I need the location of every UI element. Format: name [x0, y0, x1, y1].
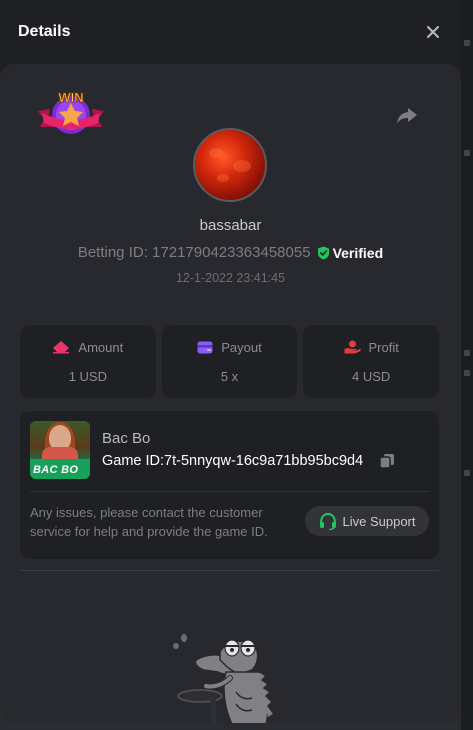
stat-card-amount: Amount 1 USD: [20, 325, 156, 398]
live-support-button[interactable]: Live Support: [305, 506, 429, 536]
avatar: [193, 128, 267, 202]
details-modal: Details WIN bassabar Betting ID: 1721790…: [0, 0, 461, 723]
support-info-text: Any issues, please contact the customer …: [30, 505, 268, 539]
win-badge-text: WIN: [58, 90, 83, 105]
close-icon: [427, 26, 439, 38]
stat-label-amount: Amount: [78, 339, 124, 355]
background-page: [461, 0, 473, 730]
shield-check-icon: [317, 246, 329, 259]
divider: [20, 570, 439, 571]
background-detail: [464, 150, 470, 156]
win-badge-icon: WIN: [38, 90, 104, 134]
divider: [30, 491, 429, 492]
stat-card-payout: Payout 5 x: [161, 325, 298, 398]
stat-value-profit: 4 USD: [352, 368, 391, 384]
game-thumbnail[interactable]: BAC BO: [30, 421, 90, 479]
betting-id-label: Betting ID: 1721790423363458055: [77, 244, 311, 261]
stat-cards: Amount 1 USD Payout 5 x Profit 4 USD: [20, 325, 440, 398]
stat-value-payout: 5 x: [220, 368, 239, 384]
game-id-row: Game ID: 7t-5nnyqw-16c9a71bb95bc9d4: [102, 453, 395, 469]
game-thumbnail-logo: BAC BO: [33, 464, 79, 476]
modal-header: Details: [0, 0, 461, 64]
stat-value-amount: 1 USD: [68, 368, 107, 384]
game-card: BAC BO Bac Bo Game ID: 7t-5nnyqw-16c9a71…: [20, 411, 439, 559]
background-detail: [464, 40, 470, 46]
bet-timestamp: 12-1-2022 23:41:45: [175, 271, 286, 285]
background-detail: [464, 350, 470, 356]
background-detail: [464, 470, 470, 476]
modal-title: Details: [18, 23, 71, 40]
headset-icon: [319, 512, 336, 530]
username: bassabar: [199, 217, 262, 234]
crocodile-mascot-icon: [173, 634, 276, 723]
background-detail: [464, 370, 470, 376]
game-id-label: Game ID:: [102, 453, 165, 469]
profit-icon: [344, 340, 360, 354]
close-button[interactable]: [423, 22, 443, 42]
stat-card-profit: Profit 4 USD: [303, 325, 440, 398]
stat-label-profit: Profit: [368, 339, 399, 355]
bet-details-panel: WIN bassabar Betting ID: 172179042336345…: [0, 64, 461, 723]
game-id-value: 7t-5nnyqw-16c9a71bb95bc9d4: [164, 453, 364, 469]
verified-label: Verified: [332, 244, 384, 261]
betting-id-row: Betting ID: 1721790423363458055 Verified: [0, 244, 461, 261]
wallet-icon: [197, 341, 213, 353]
share-icon[interactable]: [396, 106, 418, 126]
copy-icon[interactable]: [379, 453, 395, 469]
game-name: Bac Bo: [102, 430, 151, 447]
verified-badge: Verified: [317, 244, 384, 261]
betting-id-value: 1721790423363458055: [152, 244, 311, 261]
live-support-label: Live Support: [342, 513, 416, 529]
stat-label-payout: Payout: [221, 339, 262, 355]
amount-icon: [53, 341, 70, 354]
